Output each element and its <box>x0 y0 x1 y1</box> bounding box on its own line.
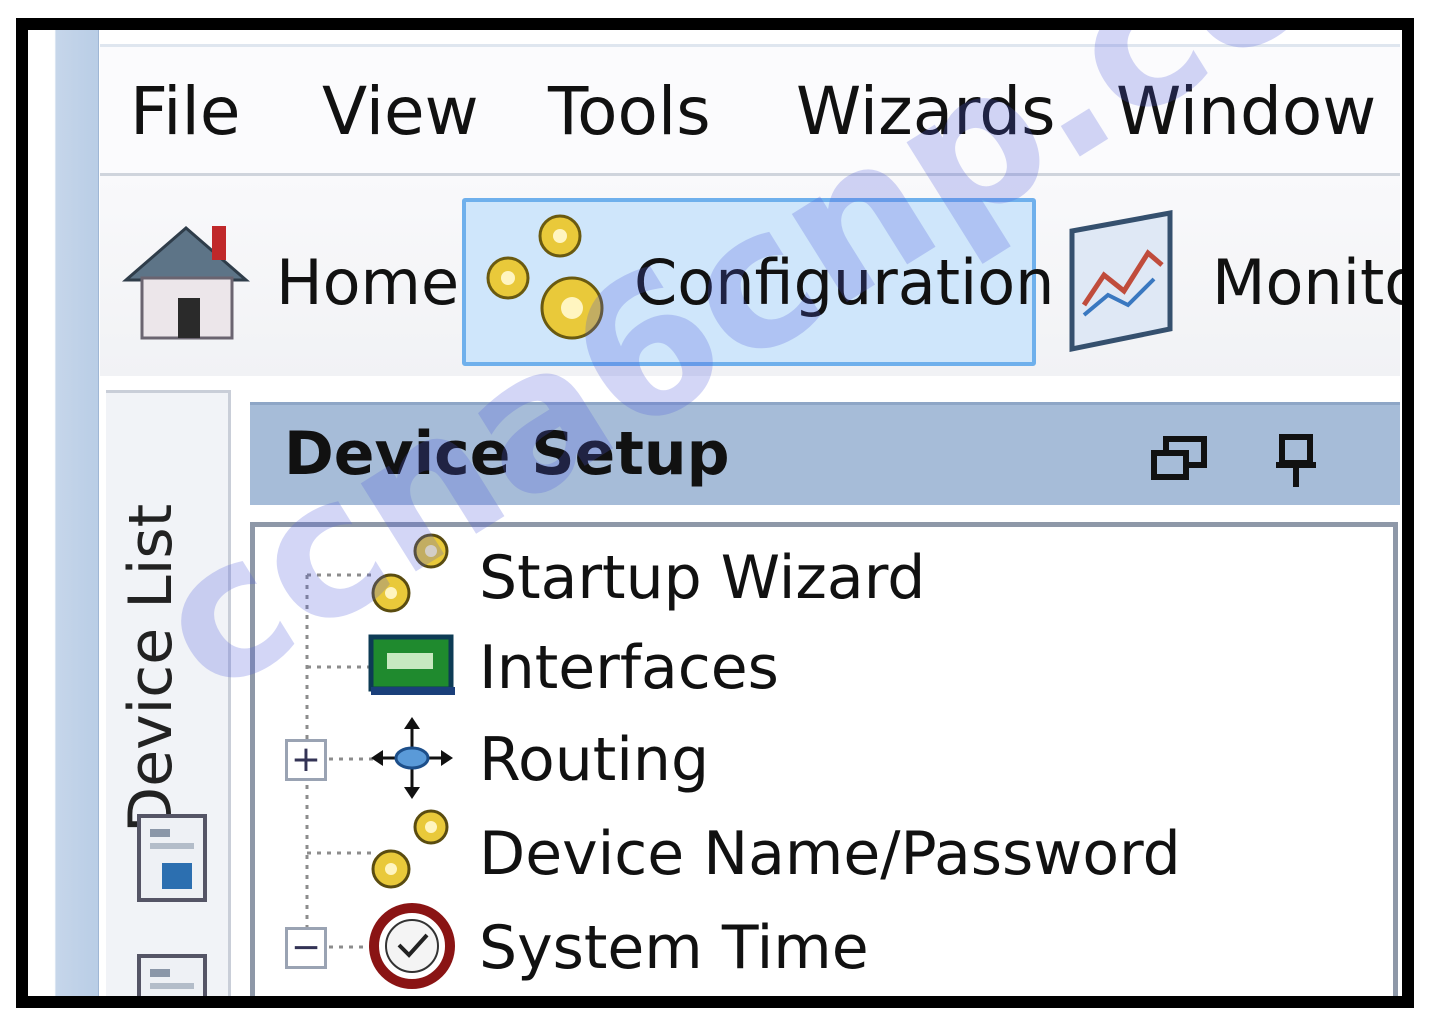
window-edge <box>28 30 99 996</box>
menu-view[interactable]: View <box>322 73 479 150</box>
home-button[interactable]: Home <box>116 198 459 366</box>
routing-arrows-icon <box>367 713 457 807</box>
configuration-button[interactable]: Configuration <box>462 198 1054 366</box>
panel-title: Device Setup <box>284 419 730 489</box>
menu-wizards[interactable]: Wizards <box>796 73 1056 150</box>
menu-file[interactable]: File <box>130 73 240 150</box>
house-icon <box>116 210 256 354</box>
system-time-collapse-button[interactable]: − <box>285 927 327 969</box>
menu-bar: File View Tools Wizards Window <box>100 44 1400 176</box>
home-label: Home <box>276 245 460 319</box>
clock-icon <box>367 901 457 995</box>
tree-label: Interfaces <box>479 633 779 703</box>
device-setup-tree: Startup Wizard Interfaces + Routing Devi… <box>250 522 1398 996</box>
device-list-tab[interactable]: Device List <box>106 390 231 996</box>
tree-label: Startup Wizard <box>479 543 926 613</box>
interface-card-icon <box>367 631 457 705</box>
tree-item-system-time[interactable]: System Time <box>367 903 869 993</box>
tree-label: Routing <box>479 725 710 795</box>
gears-icon <box>367 531 457 625</box>
monitor-chart-icon <box>1058 205 1188 359</box>
device-list-page-icon <box>136 813 208 907</box>
tree-label: System Time <box>479 913 869 983</box>
app-window: File View Tools Wizards Window Home Conf… <box>16 18 1414 1008</box>
routing-expand-button[interactable]: + <box>285 739 327 781</box>
gears-icon <box>480 210 620 354</box>
monitor-label: Monitor <box>1212 245 1402 319</box>
tree-item-interfaces[interactable]: Interfaces <box>367 623 779 713</box>
device-list-label: Device List <box>116 503 186 833</box>
monitor-button[interactable]: Monitor <box>1058 198 1402 366</box>
tree-label: Device Name/Password <box>479 819 1181 889</box>
tree-item-device-name-password[interactable]: Device Name/Password <box>367 809 1181 899</box>
menu-tools[interactable]: Tools <box>548 73 711 150</box>
gears-icon <box>367 807 457 901</box>
menu-window[interactable]: Window <box>1116 73 1376 150</box>
main-toolbar: Home Configuration Monit <box>100 176 1402 376</box>
device-list-page-icon-2 <box>136 953 208 996</box>
configuration-label: Configuration <box>634 245 1055 319</box>
device-setup-header: Device Setup <box>250 402 1400 505</box>
tree-item-startup-wizard[interactable]: Startup Wizard <box>367 533 925 623</box>
restore-window-icon[interactable] <box>1150 433 1210 487</box>
tree-item-routing[interactable]: Routing <box>367 715 709 805</box>
pin-icon[interactable] <box>1274 433 1318 493</box>
